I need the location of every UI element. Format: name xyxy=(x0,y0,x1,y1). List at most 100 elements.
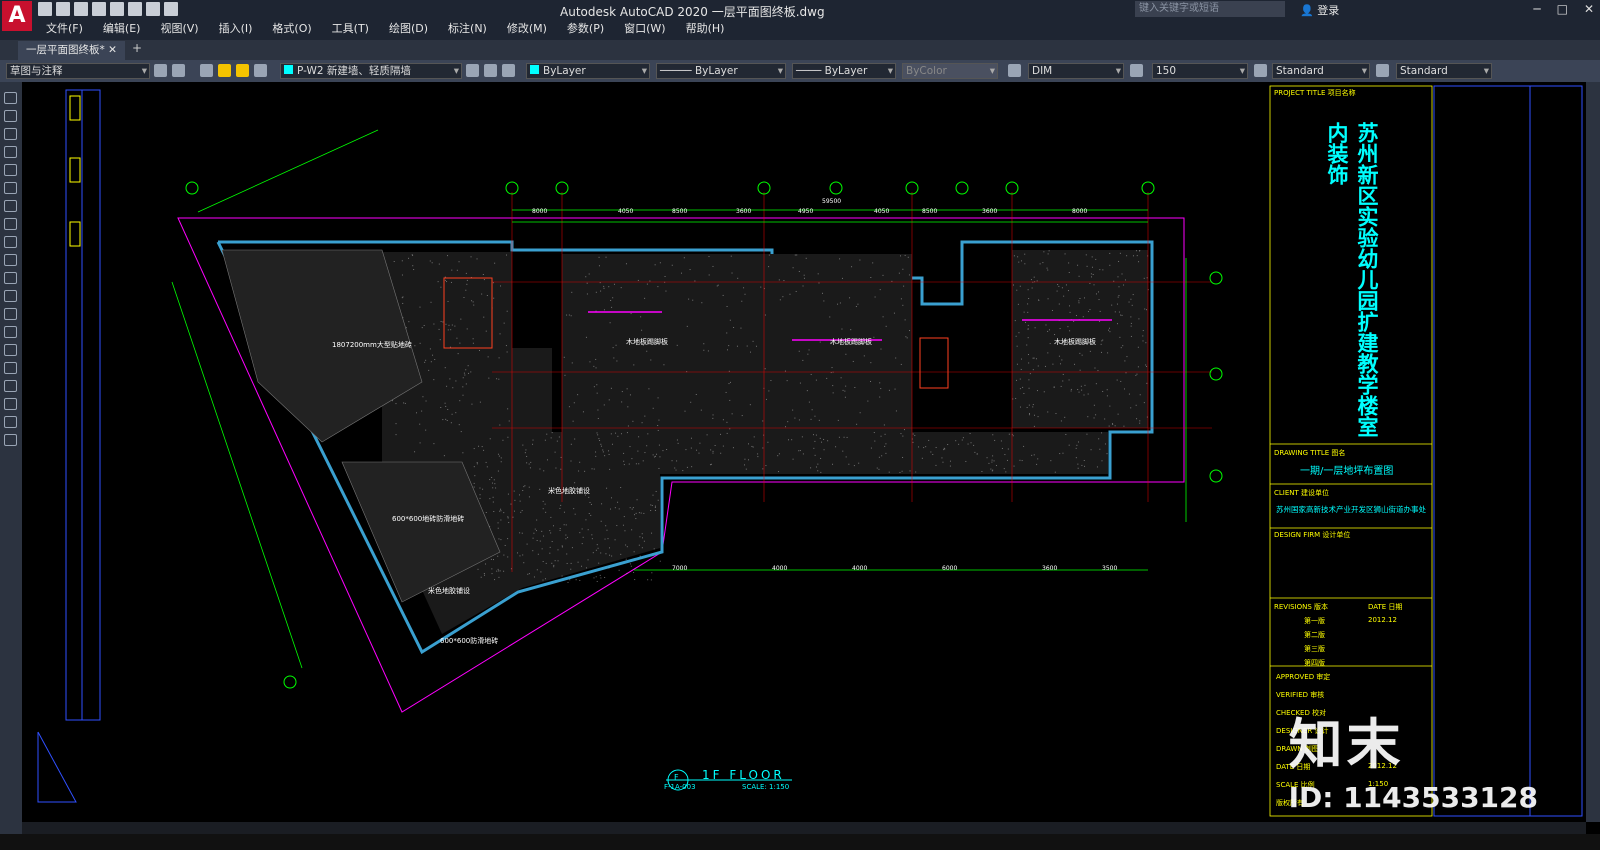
menu-tools[interactable]: 工具(T) xyxy=(322,20,379,38)
document-tab[interactable]: 一层平面图终板* ✕ xyxy=(18,41,125,60)
horizontal-scrollbar[interactable] xyxy=(22,822,1586,834)
maximize-button[interactable]: □ xyxy=(1557,2,1568,16)
dimension-text: 4050 xyxy=(874,208,890,215)
revision-cloud-icon[interactable] xyxy=(4,218,17,230)
dimension-text: 4050 xyxy=(618,208,634,215)
sun-icon[interactable] xyxy=(236,64,249,77)
menu-file[interactable]: 文件(F) xyxy=(36,20,93,38)
table-tool-icon[interactable] xyxy=(4,398,17,410)
login-button[interactable]: 👤 登录 xyxy=(1300,2,1339,18)
construction-line-icon[interactable] xyxy=(4,110,17,122)
lock-icon[interactable] xyxy=(254,64,267,77)
layer-previous-icon[interactable] xyxy=(484,64,497,77)
close-tab-icon[interactable]: ✕ xyxy=(108,44,117,56)
menu-insert[interactable]: 插入(I) xyxy=(209,20,263,38)
add-selected-icon[interactable] xyxy=(4,434,17,446)
linetype-sample: ───── xyxy=(660,65,695,77)
right-toolbar xyxy=(1586,82,1600,822)
client-label: CLIENT 建设单位 xyxy=(1274,489,1330,497)
room-label: 600*600防滑地砖 xyxy=(440,637,499,645)
layer-properties-icon[interactable] xyxy=(172,64,185,77)
print-icon[interactable] xyxy=(128,2,142,16)
color-select[interactable]: ByLayer ▾ xyxy=(526,63,650,79)
dimension-icon[interactable] xyxy=(1130,64,1143,77)
arc-icon[interactable] xyxy=(4,182,17,194)
dimension-text: 8000 xyxy=(1072,208,1088,215)
plot-icon[interactable] xyxy=(110,2,124,16)
dimstyle-select[interactable]: DIM ▾ xyxy=(1028,63,1124,79)
spline-icon[interactable] xyxy=(4,236,17,248)
layer-isolate-icon[interactable] xyxy=(502,64,515,77)
save-icon[interactable] xyxy=(74,2,88,16)
region-icon[interactable] xyxy=(4,380,17,392)
floor-title: 1F FLOOR xyxy=(702,768,785,782)
project-title-label: PROJECT TITLE 项目名称 xyxy=(1274,89,1356,97)
watermark-brand: 知末 xyxy=(1288,713,1405,776)
tablestyle-select[interactable]: Standard ▾ xyxy=(1396,63,1492,79)
role-verified: VERIFIED 审核 xyxy=(1276,691,1325,699)
new-tab-button[interactable]: + xyxy=(132,41,142,55)
linetype-select[interactable]: ───── ByLayer ▾ xyxy=(656,63,786,79)
workspace-select[interactable]: 草图与注释 ▾ xyxy=(6,63,150,79)
lineweight-value: ByLayer xyxy=(824,65,868,77)
light-bulb-icon[interactable] xyxy=(218,64,231,77)
gradient-icon[interactable] xyxy=(4,362,17,374)
floor-id: F xyxy=(674,773,679,782)
scale-note: SCALE: 1:150 xyxy=(742,783,790,791)
redo-icon[interactable] xyxy=(164,2,178,16)
autocad-logo[interactable]: A xyxy=(2,1,32,31)
search-input[interactable]: 键入关键字或短语 xyxy=(1135,1,1285,17)
menu-dimension[interactable]: 标注(N) xyxy=(438,20,497,38)
layer-select[interactable]: P-W2 新建墙、轻质隔墙 ▾ xyxy=(280,63,462,79)
match-layer-icon[interactable] xyxy=(466,64,479,77)
textstyle-select[interactable]: Standard ▾ xyxy=(1272,63,1370,79)
window-title: Autodesk AutoCAD 2020 一层平面图终板.dwg xyxy=(560,5,825,19)
table-icon[interactable] xyxy=(1254,64,1267,77)
gear-icon[interactable] xyxy=(154,64,167,77)
drawing-title: 一期/一层地坪布置图 xyxy=(1300,466,1394,477)
menu-modify[interactable]: 修改(M) xyxy=(497,20,557,38)
multileader-icon[interactable] xyxy=(1376,64,1389,77)
menu-parametric[interactable]: 参数(P) xyxy=(557,20,614,38)
circle-icon[interactable] xyxy=(4,200,17,212)
polygon-icon[interactable] xyxy=(4,146,17,158)
line-tool-icon[interactable] xyxy=(4,92,17,104)
lineweight-select[interactable]: ──── ByLayer ▾ xyxy=(792,63,896,79)
revision-item: 第一版 xyxy=(1304,617,1325,625)
drawing-title-label: DRAWING TITLE 图名 xyxy=(1274,449,1346,457)
undo-icon[interactable] xyxy=(146,2,160,16)
open-file-icon[interactable] xyxy=(56,2,70,16)
close-button[interactable]: ✕ xyxy=(1584,2,1594,16)
menu-window[interactable]: 窗口(W) xyxy=(614,20,675,38)
point-icon[interactable] xyxy=(4,326,17,338)
new-file-icon[interactable] xyxy=(38,2,52,16)
room-label: 木地板踢脚板 xyxy=(830,338,872,346)
scale-select[interactable]: 150 ▾ xyxy=(1152,63,1248,79)
menu-draw[interactable]: 绘图(D) xyxy=(379,20,438,38)
rectangle-icon[interactable] xyxy=(4,164,17,176)
dimension-overall: 59500 xyxy=(822,198,842,205)
make-block-icon[interactable] xyxy=(4,308,17,320)
menu-format[interactable]: 格式(O) xyxy=(262,20,321,38)
text-style-icon[interactable] xyxy=(1008,64,1021,77)
dimension-text: 3500 xyxy=(1102,565,1118,572)
minimize-button[interactable]: ─ xyxy=(1533,2,1540,16)
layer-color-swatch xyxy=(284,65,293,74)
quick-access-toolbar xyxy=(38,2,178,18)
dimension-text: 8500 xyxy=(922,208,938,215)
insert-block-icon[interactable] xyxy=(4,290,17,302)
menu-help[interactable]: 帮助(H) xyxy=(676,20,735,38)
save-as-icon[interactable] xyxy=(92,2,106,16)
polyline-icon[interactable] xyxy=(4,128,17,140)
hatch-icon[interactable] xyxy=(4,344,17,356)
menu-view[interactable]: 视图(V) xyxy=(150,20,208,38)
menu-bar: 文件(F) 编辑(E) 视图(V) 插入(I) 格式(O) 工具(T) 绘图(D… xyxy=(36,20,734,38)
menu-edit[interactable]: 编辑(E) xyxy=(93,20,151,38)
ellipse-icon[interactable] xyxy=(4,254,17,266)
ellipse-arc-icon[interactable] xyxy=(4,272,17,284)
revision-date: 2012.12 xyxy=(1368,616,1397,624)
window-controls: ─ □ ✕ xyxy=(1533,2,1594,16)
layer-manager-icon[interactable] xyxy=(200,64,213,77)
mtext-icon[interactable] xyxy=(4,416,17,428)
room-label: 木地板踢脚板 xyxy=(626,338,668,346)
